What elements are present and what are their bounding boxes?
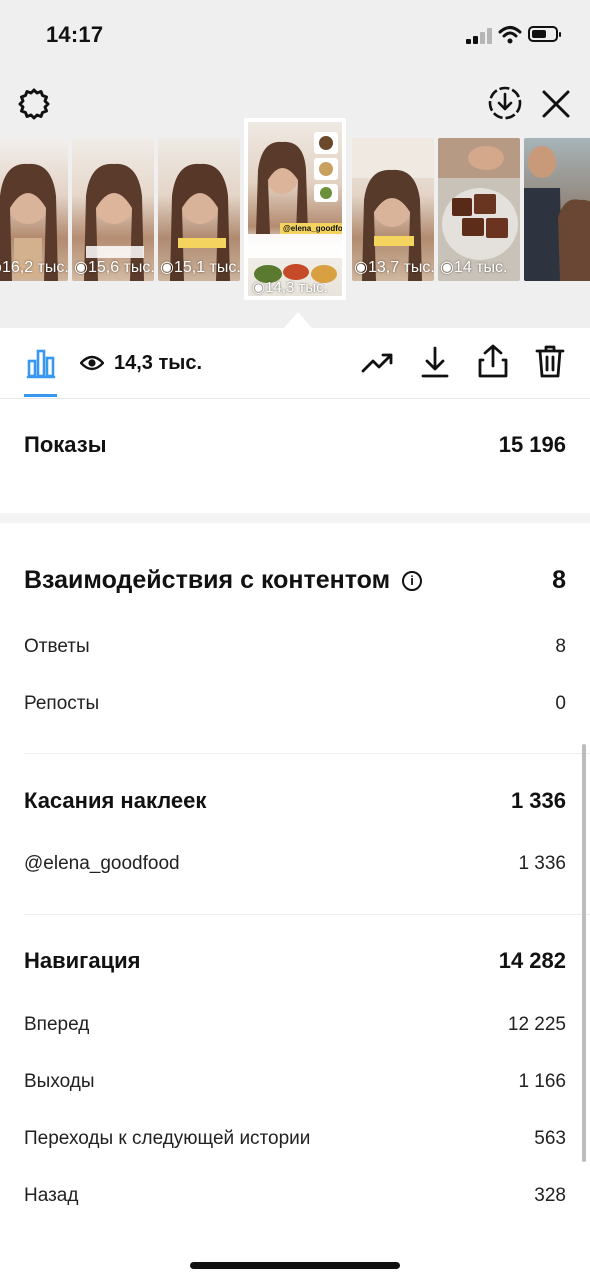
status-bar: 14:17 <box>0 0 590 70</box>
section-divider <box>24 914 590 915</box>
metric-value: 12 225 <box>507 1014 566 1035</box>
active-tab-indicator <box>24 394 57 397</box>
story-thumbnail[interactable]: ◉15,6 тыс. <box>72 138 154 281</box>
thumb-views-label: ◉15,6 тыс. <box>74 259 154 276</box>
trending-up-icon[interactable] <box>360 348 396 378</box>
scrollbar[interactable] <box>582 744 586 1162</box>
metric-label: Вперед <box>24 1014 90 1035</box>
metric-value: 1 166 <box>518 1071 566 1092</box>
status-time: 14:17 <box>46 22 104 47</box>
metric-value: 328 <box>534 1185 566 1206</box>
story-thumbnail-selected[interactable]: @elena_goodfood ◉14,3 тыс. <box>244 118 346 300</box>
sticker-taps-header: Касания наклеек 1 336 <box>24 781 566 821</box>
wifi-icon <box>498 26 522 44</box>
close-icon[interactable] <box>538 86 574 122</box>
impressions-label: Показы <box>24 432 107 457</box>
metric-label: Выходы <box>24 1071 95 1092</box>
section-divider <box>0 513 590 523</box>
story-toolbar: 14,3 тыс. <box>0 328 590 399</box>
impressions-row: Показы 15 196 <box>24 425 566 465</box>
thumb-views-label: ◉14,3 тыс. <box>252 279 328 296</box>
story-thumbnail[interactable]: ◉16,2 тыс. <box>0 138 68 281</box>
settings-gear-icon[interactable] <box>16 86 52 122</box>
metric-label: Переходы к следующей истории <box>24 1128 311 1149</box>
story-mention-sticker: @elena_goodfood <box>280 223 342 234</box>
metric-value: 563 <box>534 1128 566 1149</box>
eye-icon: ◉ <box>74 259 88 276</box>
story-thumbnail[interactable]: ◉14 тыс. <box>438 138 520 281</box>
eye-icon: ◉ <box>354 259 368 276</box>
metric-value: 1 336 <box>518 853 566 874</box>
cellular-signal-icon <box>466 28 494 44</box>
selection-pointer <box>284 312 312 328</box>
metric-label: Назад <box>24 1185 79 1206</box>
views-count: 14,3 тыс. <box>114 352 203 374</box>
metric-row: Выходы 1 166 <box>24 1067 566 1097</box>
thumb-views-label: ◉16,2 тыс. <box>0 257 68 277</box>
interactions-value: 8 <box>552 565 566 594</box>
story-thumbnail[interactable]: ◉13,7 тыс. <box>352 138 434 281</box>
home-indicator[interactable] <box>190 1262 400 1269</box>
download-circle-icon[interactable] <box>486 84 524 122</box>
metric-value: 0 <box>555 693 566 714</box>
impressions-value: 15 196 <box>498 432 566 457</box>
story-thumbnail[interactable]: ◉15,1 тыс. <box>158 138 240 281</box>
eye-icon <box>80 352 104 374</box>
sticker-taps-value: 1 336 <box>510 788 566 813</box>
thumb-views-label: ◉13,7 тыс. <box>354 259 434 276</box>
story-thumbnail[interactable] <box>524 138 590 281</box>
metric-label: @elena_goodfood <box>24 853 180 874</box>
share-icon[interactable] <box>474 342 512 380</box>
metric-row: @elena_goodfood 1 336 <box>24 849 566 879</box>
navigation-value: 14 282 <box>498 948 566 973</box>
sticker-taps-label: Касания наклеек <box>24 788 207 813</box>
navigation-header: Навигация 14 282 <box>24 941 566 981</box>
metric-row: Ответы 8 <box>24 632 566 662</box>
thumb-views-label: ◉14 тыс. <box>440 259 508 276</box>
delete-trash-icon[interactable] <box>532 342 568 380</box>
story-preview-image <box>524 146 590 281</box>
eye-icon: ◉ <box>440 259 454 276</box>
interactions-label: Взаимодействия с контентом <box>24 565 391 594</box>
metric-value: 8 <box>555 636 566 657</box>
insights-bar-chart-icon[interactable] <box>24 346 58 380</box>
metric-row: Вперед 12 225 <box>24 1010 566 1040</box>
eye-icon: ◉ <box>252 279 266 296</box>
section-divider <box>24 753 590 754</box>
story-preview-image <box>248 132 342 283</box>
metric-label: Репосты <box>24 693 100 714</box>
thumb-views-label: ◉15,1 тыс. <box>160 259 240 276</box>
eye-icon: ◉ <box>160 259 174 276</box>
metric-row: Назад 328 <box>24 1181 566 1211</box>
navigation-label: Навигация <box>24 948 141 973</box>
info-icon[interactable]: i <box>402 570 423 591</box>
interactions-header: Взаимодействия с контентом i 8 <box>24 558 566 602</box>
story-thumbnail-strip: ◉16,2 тыс. ◉15,6 тыс. ◉15,1 тыс. <box>0 118 590 308</box>
metric-row: Репосты 0 <box>24 689 566 719</box>
download-icon[interactable] <box>418 344 452 380</box>
battery-icon <box>528 26 561 42</box>
metric-row: Переходы к следующей истории 563 <box>24 1124 566 1154</box>
metric-label: Ответы <box>24 636 90 657</box>
